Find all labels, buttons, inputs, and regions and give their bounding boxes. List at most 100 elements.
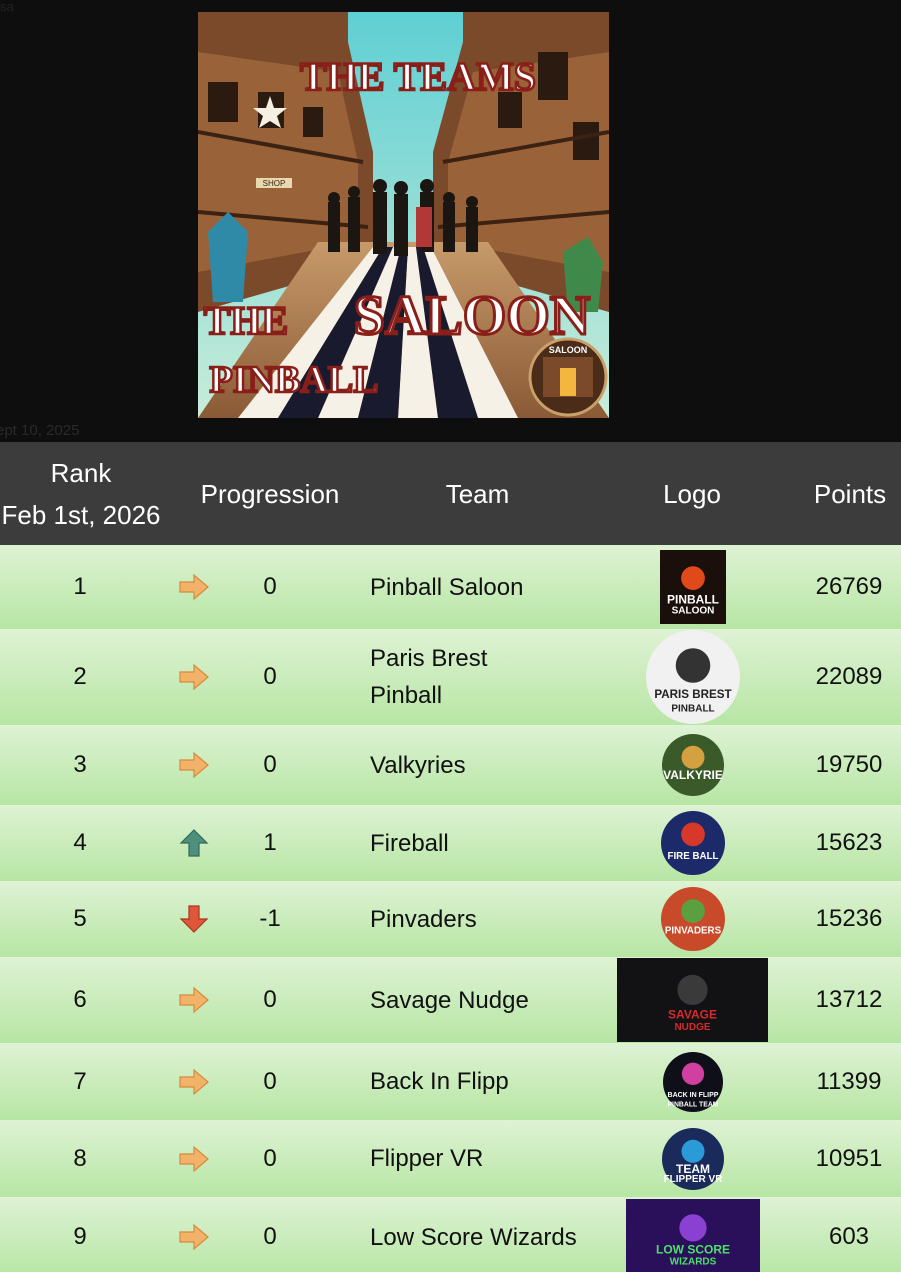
table-row: 7 0 Back In Flipp BACK IN FLIPP PINBALL TEAM… bbox=[0, 1043, 901, 1120]
arrow-right-icon bbox=[179, 1068, 209, 1095]
logo-wordmark: PARIS BREST bbox=[654, 688, 731, 701]
logo-cell: VALKYRIE bbox=[617, 725, 768, 805]
rank-cell: 5 bbox=[73, 905, 87, 932]
logo-subtitle: PINBALL TEAM bbox=[667, 1101, 718, 1108]
logo-subtitle: NUDGE bbox=[674, 1022, 710, 1033]
trend-cell bbox=[172, 805, 216, 881]
logo-wordmark: SAVAGE bbox=[668, 1007, 717, 1021]
logo-cell: PINVADERS bbox=[617, 881, 768, 957]
logo-wordmark: BACK IN FLIPP bbox=[667, 1091, 718, 1098]
team-logo: TEAM FLIPPER VR bbox=[637, 1127, 749, 1191]
points-value: 11399 bbox=[816, 1067, 882, 1095]
team-logo: SAVAGE NUDGE bbox=[617, 958, 768, 1042]
progression-value: 0 bbox=[263, 986, 277, 1013]
arrow-right-icon bbox=[179, 573, 209, 601]
header-progression: Progression bbox=[200, 478, 340, 509]
progression-value: 0 bbox=[263, 1144, 277, 1172]
hero-shop-sign: SHOP bbox=[263, 179, 286, 188]
team-logo: PINVADERS bbox=[660, 886, 726, 952]
rank-cell: 6 bbox=[73, 986, 87, 1013]
points-value: 26769 bbox=[815, 573, 883, 600]
standings-table: Rank Feb 1st, 2026 Progression Team Logo… bbox=[0, 442, 901, 1272]
trend-cell bbox=[172, 1197, 216, 1272]
progression-value: 0 bbox=[263, 663, 277, 690]
table-row: 6 0 Savage Nudge SAVAGE NUDGE 13712 bbox=[0, 957, 901, 1043]
logo-cell: PINBALL SALOON bbox=[617, 545, 768, 629]
rank-cell: 9 bbox=[73, 1223, 87, 1250]
points-value: 13712 bbox=[815, 986, 883, 1013]
trend-cell bbox=[172, 629, 216, 725]
team-name: Paris Brest Pinball bbox=[370, 645, 488, 709]
logo-subtitle: FLIPPER VR bbox=[663, 1174, 723, 1185]
trend-cell bbox=[172, 1043, 216, 1120]
team-logo: LOW SCORE WIZARDS bbox=[625, 1199, 760, 1272]
team-logo: PINBALL SALOON bbox=[659, 550, 726, 624]
header-points: Points bbox=[813, 478, 887, 509]
hero-poster: SHOP SALOON THE TEAMS THE SALOON PINBALL bbox=[198, 12, 609, 418]
rank-cell: 2 bbox=[73, 663, 87, 690]
logo-cell: TEAM FLIPPER VR bbox=[617, 1120, 768, 1197]
table-row: 5 -1 Pinvaders PINVADERS 15236 bbox=[0, 881, 901, 957]
corner-label: sa bbox=[0, 0, 14, 14]
logo-cell: SAVAGE NUDGE bbox=[617, 957, 768, 1043]
header-logo: Logo bbox=[663, 478, 721, 509]
team-logo: PARIS BREST PINBALL bbox=[645, 629, 741, 725]
logo-wordmark: PINVADERS bbox=[664, 926, 721, 937]
progression-value: -1 bbox=[259, 905, 281, 932]
table-row: 8 0 Flipper VR TEAM FLIPPER VR 10951 bbox=[0, 1120, 901, 1197]
hero-title-saloon: SALOON bbox=[354, 285, 591, 347]
table-row: 4 1 Fireball FIRE BALL 15623 bbox=[0, 805, 901, 881]
rank-cell: 7 bbox=[73, 1067, 87, 1095]
progression-value: 0 bbox=[263, 1067, 277, 1095]
logo-wordmark: LOW SCORE bbox=[656, 1243, 730, 1257]
points-value: 22089 bbox=[815, 663, 883, 690]
table-row: 9 0 Low Score Wizards LOW SCORE WIZARDS 603 bbox=[0, 1197, 901, 1272]
table-header: Rank Feb 1st, 2026 Progression Team Logo… bbox=[0, 442, 901, 545]
points-value: 15236 bbox=[815, 905, 883, 932]
team-name: Pinvaders bbox=[370, 905, 477, 933]
arrow-right-icon bbox=[179, 663, 209, 691]
header-rank: Rank Feb 1st, 2026 bbox=[0, 442, 162, 545]
logo-subtitle: WIZARDS bbox=[669, 1256, 716, 1267]
logo-wordmark: FIRE BALL bbox=[667, 851, 718, 862]
progression-value: 0 bbox=[263, 1223, 277, 1250]
team-logo: BACK IN FLIPP PINBALL TEAM bbox=[662, 1048, 724, 1116]
table-body: 1 0 Pinball Saloon PINBALL SALOON 26769 2 0 Pari… bbox=[0, 545, 901, 1272]
arrow-right-icon bbox=[179, 1145, 209, 1172]
rank-cell: 4 bbox=[73, 829, 87, 856]
points-value: 19750 bbox=[815, 751, 883, 778]
arrow-right-icon bbox=[179, 1223, 209, 1251]
hero-title-pinball: PINBALL bbox=[210, 359, 379, 401]
standings-page: sa SHOP SALOON THE TEAMS THE SALOON PINB… bbox=[0, 0, 901, 1272]
team-name: Back In Flipp bbox=[370, 1068, 509, 1095]
progression-value: 0 bbox=[263, 573, 277, 600]
logo-cell: FIRE BALL bbox=[617, 805, 768, 881]
points-value: 10951 bbox=[815, 1144, 883, 1172]
team-name: Low Score Wizards bbox=[370, 1223, 577, 1251]
trend-cell bbox=[172, 957, 216, 1043]
hero-title-teams: THE TEAMS bbox=[300, 54, 536, 99]
header-rank-title: Rank bbox=[50, 457, 112, 488]
date-label: ept 10, 2025 bbox=[0, 422, 80, 439]
arrow-up-icon bbox=[179, 829, 209, 857]
logo-cell: PARIS BREST PINBALL bbox=[617, 629, 768, 725]
rank-cell: 1 bbox=[73, 573, 87, 600]
team-name: Savage Nudge bbox=[370, 986, 529, 1014]
team-name: Flipper VR bbox=[370, 1145, 484, 1172]
hero-title-the: THE bbox=[204, 298, 288, 343]
rank-cell: 8 bbox=[73, 1144, 87, 1172]
logo-wordmark: PINBALL bbox=[667, 592, 719, 606]
team-name: Pinball Saloon bbox=[370, 573, 524, 601]
logo-wordmark: VALKYRIE bbox=[663, 768, 723, 782]
arrow-right-icon bbox=[179, 751, 209, 779]
table-row: 2 0 Paris Brest Pinball PARIS BREST PINBALL 2… bbox=[0, 629, 901, 725]
header-team: Team bbox=[445, 478, 510, 509]
progression-value: 0 bbox=[263, 751, 277, 778]
arrow-right-icon bbox=[179, 986, 209, 1014]
team-logo: FIRE BALL bbox=[660, 807, 726, 879]
header-rank-date: Feb 1st, 2026 bbox=[1, 499, 161, 530]
table-row: 1 0 Pinball Saloon PINBALL SALOON 26769 bbox=[0, 545, 901, 629]
team-name: Fireball bbox=[370, 829, 449, 857]
logo-cell: LOW SCORE WIZARDS bbox=[617, 1197, 768, 1272]
logo-cell: BACK IN FLIPP PINBALL TEAM bbox=[617, 1043, 768, 1120]
